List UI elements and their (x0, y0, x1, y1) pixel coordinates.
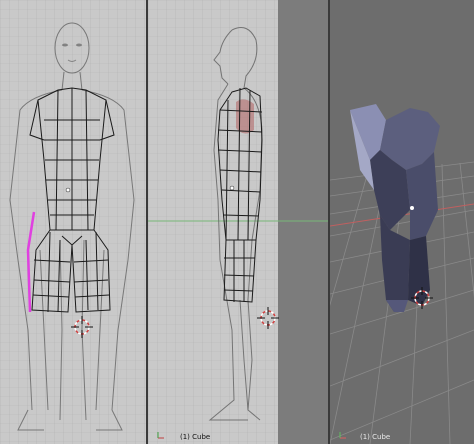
front-viewport-canvas[interactable] (0, 0, 146, 444)
front-ortho-viewport[interactable] (0, 0, 146, 444)
active-object-label: (1) Cube (180, 433, 211, 441)
blender-3d-viewport-layout: (1) Cube (1) Cube (0, 0, 474, 444)
shoulder-shaded-area (236, 99, 254, 134)
camera-viewport-canvas[interactable] (330, 0, 474, 444)
axis-gizmo-icon (156, 430, 166, 440)
side-viewport-canvas[interactable] (148, 0, 328, 444)
object-origin-dot (410, 206, 414, 210)
axis-gizmo-icon (338, 430, 348, 440)
side-ortho-viewport[interactable]: (1) Cube (148, 0, 328, 444)
object-origin-dot (229, 185, 235, 191)
camera-perspective-viewport[interactable]: (1) Cube (330, 0, 474, 444)
active-object-label: (1) Cube (360, 433, 391, 441)
object-origin-dot (65, 187, 71, 193)
